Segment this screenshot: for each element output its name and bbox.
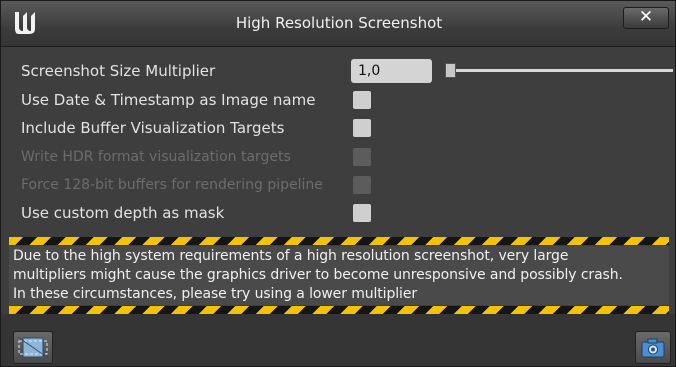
camera-icon (641, 338, 665, 358)
high-resolution-screenshot-window: High Resolution Screenshot ✕ Screenshot … (0, 0, 676, 367)
hazard-stripe-top (9, 237, 669, 245)
take-screenshot-button[interactable] (635, 331, 671, 364)
custom-depth-mask-checkbox[interactable] (353, 204, 371, 222)
close-button[interactable]: ✕ (623, 7, 669, 29)
hazard-stripe-bottom (9, 306, 669, 314)
use-date-timestamp-label: Use Date & Timestamp as Image name (21, 91, 316, 109)
custom-depth-mask-label: Use custom depth as mask (21, 204, 225, 222)
size-multiplier-input[interactable]: 1,0 (351, 59, 432, 83)
size-multiplier-slider-handle[interactable] (445, 63, 456, 78)
size-multiplier-slider-track[interactable] (448, 69, 673, 72)
close-icon: ✕ (638, 7, 654, 27)
capture-region-button[interactable] (13, 331, 53, 364)
use-date-timestamp-checkbox[interactable] (353, 91, 371, 109)
force-128bit-label: Force 128-bit buffers for rendering pipe… (21, 177, 323, 193)
include-buffer-targets-label: Include Buffer Visualization Targets (21, 119, 285, 137)
warning-text: Due to the high system requirements of a… (13, 248, 623, 302)
capture-region-icon (17, 336, 49, 359)
bottom-toolbar (1, 314, 675, 366)
title-bar[interactable]: High Resolution Screenshot ✕ (1, 1, 675, 47)
write-hdr-checkbox (353, 148, 371, 166)
force-128bit-checkbox (353, 176, 371, 194)
size-multiplier-label: Screenshot Size Multiplier (21, 62, 216, 80)
write-hdr-label: Write HDR format visualization targets (21, 149, 291, 165)
window-title: High Resolution Screenshot (235, 14, 443, 32)
include-buffer-targets-checkbox[interactable] (353, 119, 371, 137)
